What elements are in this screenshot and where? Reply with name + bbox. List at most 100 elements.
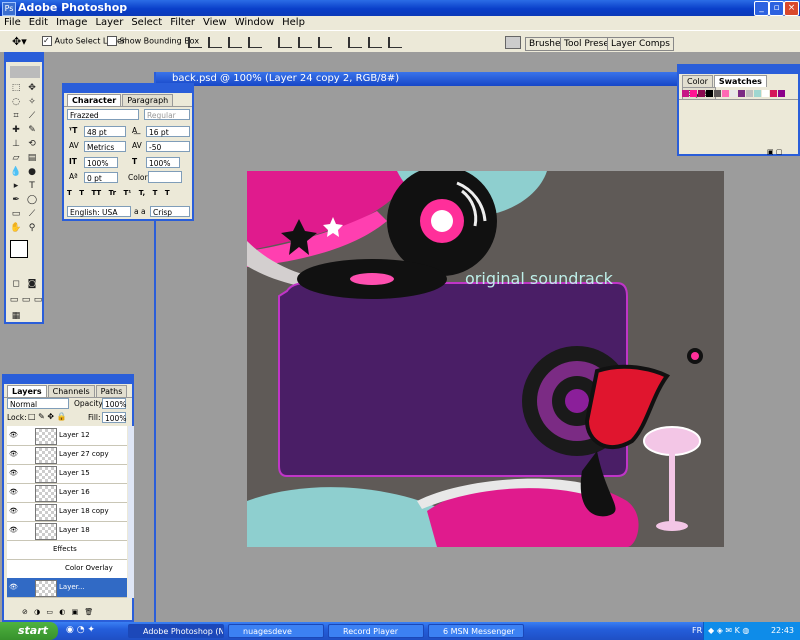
layer-row[interactable]: 👁 Layer 16 <box>7 483 127 503</box>
eraser-tool-icon[interactable]: ▱ <box>10 152 22 164</box>
tab-swatches[interactable]: Swatches <box>713 75 767 87</box>
move-tool-icon[interactable]: ✥▾ <box>12 35 27 48</box>
font-family-select[interactable]: Frazzed <box>67 109 139 120</box>
pen-tool-icon[interactable]: ✒ <box>10 194 22 206</box>
zoom-tool-icon[interactable]: ⚲ <box>26 222 38 234</box>
menu-filter[interactable]: Filter <box>166 16 199 30</box>
menu-edit[interactable]: Edit <box>25 16 52 30</box>
stamp-tool-icon[interactable]: ⊥ <box>10 138 22 150</box>
tab-channels[interactable]: Channels <box>47 385 95 397</box>
layers-scrollbar[interactable] <box>128 426 134 598</box>
opacity-field[interactable]: 100% <box>102 398 126 409</box>
swatch[interactable] <box>762 90 769 97</box>
layer-buttons[interactable]: ⊘ ◑ ▭ ◐ ▣ 🗑 <box>22 608 93 616</box>
layer-list[interactable]: 👁 Layer 12 👁 Layer 27 copy 👁 Layer 15 👁 Layer 1… <box>7 426 127 598</box>
minimize-button[interactable]: _ <box>754 1 769 16</box>
swatch[interactable] <box>722 90 729 97</box>
task-record-player[interactable]: Record Player <box>328 624 424 638</box>
underline-button[interactable]: T <box>153 189 158 197</box>
swatch[interactable] <box>730 90 737 97</box>
layer-row[interactable]: Effects <box>7 540 127 560</box>
align-bottom-icon[interactable] <box>228 37 242 48</box>
distribute-middle-icon[interactable] <box>298 37 312 48</box>
marquee-tool-icon[interactable]: ⬚ <box>10 82 22 94</box>
blend-mode-select[interactable]: Normal <box>7 398 69 409</box>
layer-row[interactable]: 👁 Layer 18 copy <box>7 502 127 522</box>
notes-tool-icon[interactable]: ▭ <box>10 208 22 220</box>
strikethrough-button[interactable]: T <box>165 189 170 197</box>
distribute-bottom-icon[interactable] <box>318 37 332 48</box>
distribute-top-icon[interactable] <box>278 37 292 48</box>
tab-paths[interactable]: Paths <box>95 385 128 397</box>
layer-row[interactable]: 👁Layer 14 <box>7 597 127 598</box>
baseline-shift-field[interactable]: 0 pt <box>84 172 118 183</box>
menu-select[interactable]: Select <box>127 16 166 30</box>
visibility-eye-icon[interactable]: 👁 <box>9 488 19 497</box>
align-middle-icon[interactable] <box>208 37 222 48</box>
superscript-button[interactable]: T¹ <box>124 189 132 197</box>
swatch[interactable] <box>706 90 713 97</box>
text-color-swatch[interactable] <box>148 171 182 183</box>
bounding-box-checkbox[interactable]: Show Bounding Box <box>107 36 199 46</box>
fill-field[interactable]: 100% <box>102 412 126 423</box>
layer-row[interactable]: 👁 Layer... <box>7 578 127 598</box>
antialias-select[interactable]: Crisp <box>150 206 190 217</box>
visibility-eye-icon[interactable]: 👁 <box>9 583 19 592</box>
maximize-button[interactable]: ▫ <box>769 1 784 16</box>
visibility-eye-icon[interactable]: 👁 <box>9 507 19 516</box>
visibility-eye-icon[interactable]: 👁 <box>9 526 19 535</box>
menu-file[interactable]: File <box>0 16 25 30</box>
swatch[interactable] <box>770 90 777 97</box>
eyedropper-icon[interactable]: ⟋ <box>26 208 38 220</box>
visibility-eye-icon[interactable]: 👁 <box>9 469 19 478</box>
task-msn-messenger[interactable]: 6 MSN Messenger <box>428 624 524 638</box>
faux-italic-button[interactable]: T <box>79 189 84 197</box>
shape-tool-icon[interactable]: ◯ <box>26 194 38 206</box>
tab-layers[interactable]: Layers <box>7 385 47 397</box>
faux-bold-button[interactable]: T <box>67 189 72 197</box>
visibility-eye-icon[interactable]: 👁 <box>9 431 19 440</box>
tab-character[interactable]: Character <box>67 94 122 106</box>
horizontal-scale-field[interactable]: 100% <box>146 157 180 168</box>
align-top-icon[interactable] <box>188 37 202 48</box>
swatch[interactable] <box>682 90 689 97</box>
gradient-tool-icon[interactable]: ▤ <box>26 152 38 164</box>
visibility-eye-icon[interactable]: 👁 <box>9 450 19 459</box>
all-caps-button[interactable]: TT <box>91 189 101 197</box>
swatch[interactable] <box>754 90 761 97</box>
move-tool-icon-2[interactable]: ✥ <box>26 82 38 94</box>
blur-tool-icon[interactable]: 💧 <box>10 166 22 178</box>
palette-well-icon[interactable] <box>505 36 521 49</box>
menu-layer[interactable]: Layer <box>91 16 127 30</box>
swatch[interactable] <box>778 90 785 97</box>
standard-mode-icon[interactable]: ◻ <box>10 278 22 290</box>
distribute-right-icon[interactable] <box>388 37 402 48</box>
healing-brush-icon[interactable]: ✚ <box>10 124 22 136</box>
swatch-grid[interactable] <box>682 90 792 98</box>
swatch[interactable] <box>690 90 697 97</box>
type-style-buttons[interactable]: T T TT Tr T¹ T, T T <box>67 189 191 199</box>
magic-wand-icon[interactable]: ✧ <box>26 96 38 108</box>
tab-paragraph[interactable]: Paragraph <box>122 94 174 106</box>
font-style-select[interactable]: Regular <box>144 109 190 120</box>
layer-row[interactable]: 👁 Layer 12 <box>7 426 127 446</box>
screen-mode-2-icon[interactable]: ▭ <box>20 294 32 306</box>
layer-row[interactable]: 👁 Layer 15 <box>7 464 127 484</box>
crop-tool-icon[interactable]: ⌗ <box>10 110 22 122</box>
foreground-color-swatch[interactable] <box>10 240 28 258</box>
swatch[interactable] <box>714 90 721 97</box>
leading-field[interactable]: 16 pt <box>146 126 190 137</box>
type-tool-icon[interactable]: T <box>26 180 38 192</box>
screen-mode-1-icon[interactable]: ▭ <box>8 294 20 306</box>
menu-window[interactable]: Window <box>231 16 278 30</box>
artwork-canvas[interactable]: original soundrack <box>247 171 724 547</box>
language-indicator[interactable]: FR <box>692 626 702 635</box>
screen-mode-3-icon[interactable]: ▭ <box>32 294 44 306</box>
imageready-icon[interactable]: ▦ <box>10 310 22 322</box>
layer-row[interactable]: Color Overlay <box>7 559 127 579</box>
dodge-tool-icon[interactable]: ● <box>26 166 38 178</box>
history-brush-icon[interactable]: ⟲ <box>26 138 38 150</box>
language-select[interactable]: English: USA <box>67 206 131 217</box>
tab-color[interactable]: Color <box>682 75 713 87</box>
quicklaunch-icons[interactable]: ◉ ◔ ✦ <box>66 625 95 635</box>
